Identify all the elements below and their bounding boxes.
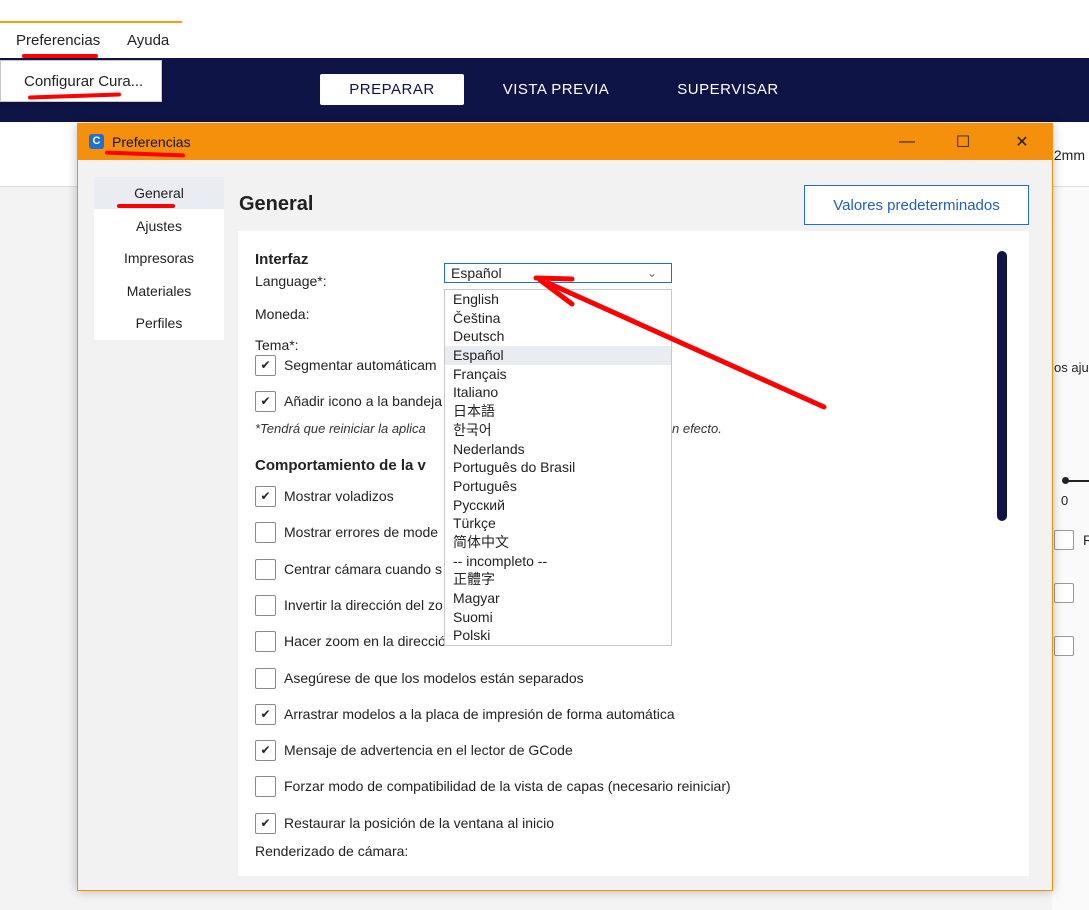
minimize-icon[interactable]: — — [884, 128, 930, 156]
sidebar-item-impresoras[interactable]: Impresoras — [94, 242, 224, 274]
viewport-option-label: Centrar cámara cuando s — [284, 561, 442, 577]
menu-bar: Preferencias Ayuda — [0, 0, 1089, 58]
language-dropdown-list: English Čeština Deutsch Español Français Ital… — [444, 289, 672, 646]
viewport-option-checkbox[interactable] — [255, 775, 276, 797]
language-option[interactable]: English — [445, 290, 671, 309]
maximize-icon[interactable]: ☐ — [940, 128, 986, 156]
background-checkbox-2[interactable] — [1054, 583, 1074, 603]
language-option[interactable]: -- incompleto -- — [445, 552, 671, 571]
defaults-button[interactable]: Valores predeterminados — [804, 185, 1029, 225]
menu-accent-line — [0, 21, 182, 23]
viewport-option-checkbox[interactable]: ✔ — [255, 812, 276, 834]
stage-prepare-button[interactable]: PREPARAR — [320, 74, 464, 105]
background-checkbox-3[interactable] — [1054, 636, 1074, 656]
annotation-underline-general — [117, 204, 175, 208]
language-label: Language*: — [255, 273, 327, 289]
section-viewport-title: Comportamiento de la v — [255, 457, 426, 474]
restart-note-start: *Tendrá que reiniciar la aplica — [255, 421, 426, 436]
viewport-option-checkbox[interactable] — [255, 521, 276, 543]
viewport-option[interactable]: Invertir la dirección del zo — [255, 594, 443, 616]
r-fragment: R — [1083, 532, 1089, 548]
cura-app-icon: C — [89, 134, 104, 149]
viewport-option[interactable]: Forzar modo de compatibilidad de la vist… — [255, 775, 731, 797]
viewport-option[interactable]: ✔ Arrastrar modelos a la placa de impresi… — [255, 703, 675, 725]
viewport-option[interactable]: Asegúrese de que los modelos están separ… — [255, 667, 584, 689]
annotation-underline-menu — [22, 54, 98, 58]
language-option[interactable]: Italiano — [445, 383, 671, 402]
viewport-option-checkbox[interactable] — [255, 630, 276, 652]
menu-preferencias[interactable]: Preferencias — [16, 32, 100, 49]
auto-slice-option[interactable]: ✔ Segmentar automáticam — [255, 354, 437, 376]
sidebar-item-ajustes[interactable]: Ajustes — [94, 210, 224, 242]
camera-render-label: Renderizado de cámara: — [255, 843, 409, 859]
sidebar-item-perfiles[interactable]: Perfiles — [94, 307, 224, 339]
tray-icon-checkbox[interactable]: ✔ — [255, 390, 276, 412]
currency-label: Moneda: — [255, 306, 310, 322]
section-interface-title: Interfaz — [255, 251, 309, 268]
language-option[interactable]: Deutsch — [445, 327, 671, 346]
viewport-option-label: Invertir la dirección del zo — [284, 597, 443, 613]
settings-scrollbar[interactable] — [997, 251, 1007, 521]
support-fragment: os aju — [1054, 360, 1089, 375]
slider-handle[interactable] — [1062, 477, 1069, 484]
language-option[interactable]: Français — [445, 365, 671, 384]
viewport-option[interactable]: ✔ Mostrar voladizos — [255, 485, 394, 507]
viewport-option-checkbox[interactable] — [255, 558, 276, 580]
stage-preview-button[interactable]: VISTA PREVIA — [488, 74, 624, 105]
slider-zero-label: 0 — [1061, 493, 1069, 508]
background-settings-panel: os aju 0 R — [1052, 187, 1089, 910]
language-option[interactable]: Nederlands — [445, 440, 671, 459]
stage-navbar: PREPARAR VISTA PREVIA SUPERVISAR — [0, 58, 1089, 122]
language-option[interactable]: 한국어 — [445, 421, 671, 440]
language-option[interactable]: Português do Brasil — [445, 458, 671, 477]
submenu-configure-cura[interactable]: Configurar Cura... — [24, 73, 143, 90]
viewport-option-checkbox[interactable] — [255, 594, 276, 616]
viewport-option-label: Mensaje de advertencia en el lector de G… — [284, 742, 573, 758]
auto-slice-label: Segmentar automáticam — [284, 357, 437, 373]
language-option[interactable]: Čeština — [445, 309, 671, 328]
language-option[interactable]: Español — [445, 346, 671, 365]
dialog-titlebar[interactable]: C Preferencias — ☐ ✕ — [78, 124, 1052, 160]
viewport-option-checkbox[interactable]: ✔ — [255, 739, 276, 761]
language-option[interactable]: Polski — [445, 626, 671, 645]
tray-icon-option[interactable]: ✔ Añadir icono a la bandeja — [255, 390, 442, 412]
language-option[interactable]: 日本語 — [445, 402, 671, 421]
language-option[interactable]: Suomi — [445, 608, 671, 627]
language-select-value: Español — [451, 265, 502, 281]
viewport-option-checkbox[interactable]: ✔ — [255, 485, 276, 507]
close-icon[interactable]: ✕ — [999, 128, 1045, 156]
layer-height-fragment: .2mm — [1050, 147, 1085, 163]
viewport-option[interactable]: ✔ Mensaje de advertencia en el lector de … — [255, 739, 573, 761]
restart-note-end: n efecto. — [672, 421, 722, 436]
viewport-option-label: Mostrar errores de mode — [284, 524, 439, 540]
viewport-option-label: Asegúrese de que los modelos están separ… — [284, 670, 584, 686]
preferences-sidebar: General Ajustes Impresoras Materiales Pe… — [94, 177, 224, 340]
viewport-option-checkbox[interactable]: ✔ — [255, 703, 276, 725]
menu-ayuda[interactable]: Ayuda — [127, 32, 169, 49]
language-option[interactable]: Türkçe — [445, 514, 671, 533]
background-checkbox-1[interactable] — [1054, 530, 1074, 550]
language-option[interactable]: 正體字 — [445, 570, 671, 589]
viewport-option[interactable]: ✔ Restaurar la posición de la ventana al … — [255, 812, 554, 834]
viewport-option-label: Forzar modo de compatibilidad de la vist… — [284, 778, 731, 794]
language-option[interactable]: 简体中文 — [445, 533, 671, 552]
auto-slice-checkbox[interactable]: ✔ — [255, 354, 276, 376]
chevron-down-icon: ⌄ — [646, 266, 657, 280]
stage-monitor-button[interactable]: SUPERVISAR — [660, 74, 796, 105]
viewport-option-label: Mostrar voladizos — [284, 488, 394, 504]
viewport-option-label: Arrastrar modelos a la placa de impresió… — [284, 706, 675, 722]
page-title: General — [239, 193, 314, 215]
theme-label: Tema*: — [255, 337, 299, 353]
dialog-title: Preferencias — [112, 134, 191, 150]
sidebar-item-materiales[interactable]: Materiales — [94, 275, 224, 307]
language-option[interactable]: Magyar — [445, 589, 671, 608]
viewport-option-label: Restaurar la posición de la ventana al i… — [284, 815, 555, 831]
language-option[interactable]: Português — [445, 477, 671, 496]
tray-icon-label: Añadir icono a la bandeja — [284, 393, 443, 409]
viewport-option-checkbox[interactable] — [255, 667, 276, 689]
viewport-option[interactable]: Mostrar errores de mode — [255, 521, 438, 543]
language-select[interactable]: Español ⌄ — [444, 263, 672, 283]
viewport-option[interactable]: Centrar cámara cuando s — [255, 558, 442, 580]
language-option[interactable]: Русский — [445, 496, 671, 515]
